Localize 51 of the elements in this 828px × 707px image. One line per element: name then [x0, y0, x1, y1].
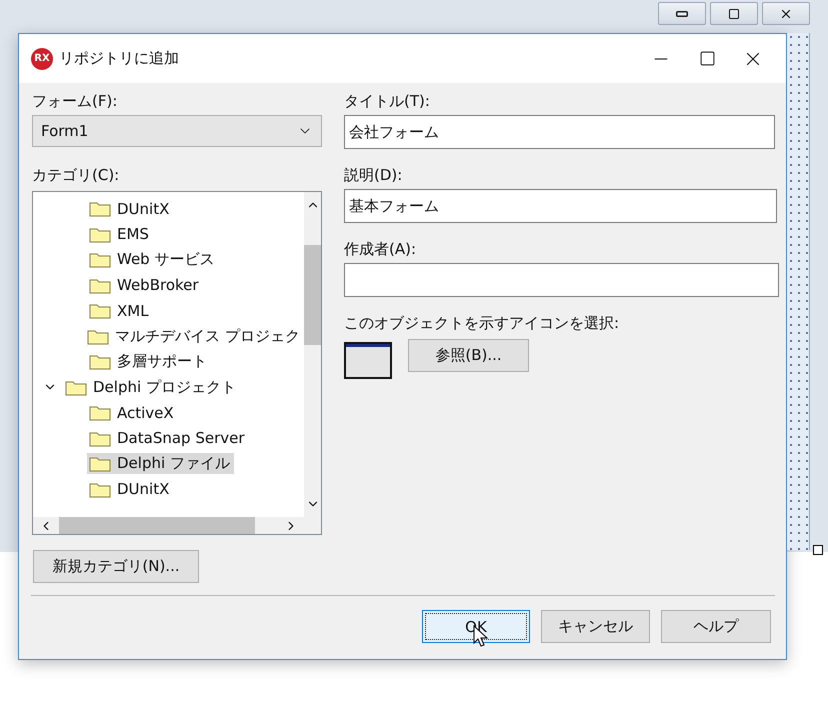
- title-field[interactable]: 会社フォーム: [344, 115, 775, 149]
- restore-button[interactable]: [710, 2, 758, 25]
- tree-item[interactable]: EMS: [87, 224, 153, 244]
- field-label: タイトル(T):: [344, 91, 431, 111]
- vertical-scrollbar[interactable]: [304, 192, 321, 517]
- field-label: このオブジェクトを示すアイコンを選択:: [344, 313, 620, 333]
- window-icon: [344, 342, 392, 379]
- folder-icon: [89, 276, 111, 294]
- author-field[interactable]: [344, 263, 779, 297]
- field-label: カテゴリ(C):: [32, 165, 120, 185]
- folder-icon: [89, 455, 111, 472]
- maximize-icon[interactable]: [698, 50, 716, 67]
- folder-icon: [89, 353, 111, 370]
- tree-item[interactable]: XML: [87, 300, 153, 321]
- tree-item[interactable]: 多層サポート: [87, 351, 211, 372]
- folder-icon: [89, 430, 111, 447]
- folder-icon: [89, 480, 111, 498]
- scrollbar-thumb[interactable]: [304, 244, 321, 344]
- dialog-button[interactable]: キャンセル: [541, 610, 650, 643]
- minimize-icon: [676, 10, 688, 16]
- tree-item[interactable]: WebBroker: [87, 275, 203, 296]
- browse-button[interactable]: 参照(B)...: [408, 339, 529, 372]
- tree-item[interactable]: DataSnap Server: [87, 428, 249, 448]
- app-logo: RX: [31, 48, 53, 70]
- field-label: 説明(D):: [344, 165, 404, 185]
- form-dropdown[interactable]: Form1: [32, 115, 322, 147]
- folder-icon: [89, 404, 111, 422]
- folder-icon: [65, 378, 87, 396]
- tree-item[interactable]: DUnitX: [87, 479, 174, 500]
- scrollbar-thumb[interactable]: [59, 517, 255, 534]
- field-label: 作成者(A):: [344, 239, 418, 259]
- tree-item[interactable]: Delphi ファイル: [87, 453, 234, 474]
- tree-item[interactable]: ActiveX: [87, 402, 178, 423]
- folder-icon: [89, 251, 111, 268]
- folder-icon: [89, 226, 111, 243]
- field-label: フォーム(F):: [32, 91, 118, 111]
- resize-handle[interactable]: [813, 545, 823, 555]
- restore-icon: [728, 8, 740, 20]
- horizontal-scrollbar[interactable]: [33, 517, 304, 534]
- tree-item[interactable]: Web サービス: [87, 249, 218, 270]
- tree-item[interactable]: DUnitX: [87, 198, 174, 219]
- folder-icon: [89, 200, 111, 218]
- folder-icon: [87, 328, 110, 345]
- tree-item[interactable]: Delphi プロジェクト: [63, 376, 240, 398]
- dialog-button[interactable]: ヘルプ: [661, 610, 771, 643]
- tree-item[interactable]: マルチデバイス プロジェク: [85, 326, 304, 347]
- minimize-button[interactable]: [658, 2, 706, 25]
- window-title: リポジトリに追加: [59, 49, 180, 68]
- new-category-button[interactable]: 新規カテゴリ(N)...: [33, 550, 199, 583]
- folder-icon: [89, 302, 111, 320]
- description-field[interactable]: 基本フォーム: [344, 189, 777, 223]
